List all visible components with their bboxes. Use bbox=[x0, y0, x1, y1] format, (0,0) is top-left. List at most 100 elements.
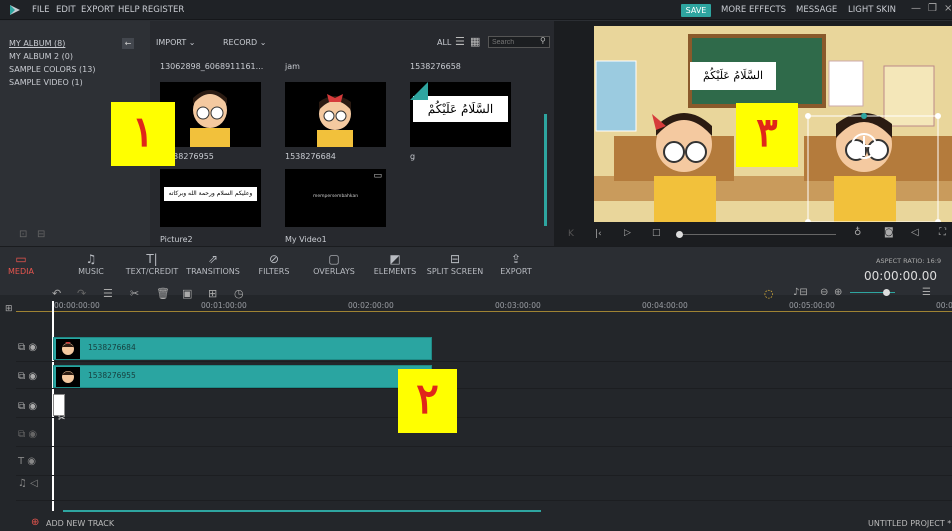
tab-text-credit[interactable]: T| TEXT/CREDIT bbox=[124, 251, 180, 276]
timeline-scrollbar[interactable] bbox=[63, 510, 541, 512]
freeze-frame-icon[interactable]: ⊞ bbox=[208, 287, 217, 300]
annotation-label-two: ٢ bbox=[398, 369, 457, 433]
skip-back-icon[interactable]: K bbox=[568, 229, 574, 239]
minimize-icon[interactable]: — bbox=[911, 3, 921, 14]
ruler-tick: 00:00:00:00 bbox=[54, 301, 100, 310]
album-item[interactable]: SAMPLE VIDEO (1) bbox=[9, 78, 83, 87]
tab-music[interactable]: ♫ MUSIC bbox=[74, 251, 108, 276]
save-button[interactable]: SAVE bbox=[681, 4, 711, 17]
playback-slider[interactable] bbox=[679, 234, 836, 235]
cartoon-boy-image bbox=[160, 82, 261, 147]
menu-register[interactable]: REGISTER bbox=[142, 5, 184, 15]
album-item[interactable]: MY ALBUM (8) bbox=[9, 39, 65, 48]
light-skin-link[interactable]: LIGHT SKIN bbox=[848, 5, 896, 15]
ruler-tick: 00:04:00:00 bbox=[642, 301, 688, 310]
annotation-label-one: ١ bbox=[111, 102, 175, 166]
ruler-tick: 00:05:00:00 bbox=[789, 301, 835, 310]
remove-folder-icon[interactable]: ⊟ bbox=[37, 229, 45, 240]
media-library: IMPORT ⌄ RECORD ⌄ ALL ☰ ▦ ⚲ 13062898_606… bbox=[111, 21, 554, 246]
record-dropdown[interactable]: RECORD ⌄ bbox=[223, 38, 266, 47]
export-icon: ⇪ bbox=[510, 252, 522, 266]
zoom-out-icon[interactable]: ⊖ bbox=[820, 287, 828, 298]
audio-mixer-icon[interactable]: ♪⊟ bbox=[793, 287, 808, 298]
media-thumbnail[interactable]: mempersembahkan ▭ bbox=[285, 169, 386, 227]
timeline-clip[interactable]: 1538276684 bbox=[53, 337, 432, 360]
crop-icon[interactable]: ▣ bbox=[182, 287, 192, 300]
video-track-icon[interactable]: ⧉ ◉ bbox=[18, 342, 37, 353]
menu-export[interactable]: EXPORT bbox=[81, 5, 115, 15]
search-icon[interactable]: ⚲ bbox=[540, 36, 546, 45]
tab-filters[interactable]: ⊘ FILTERS bbox=[256, 251, 292, 276]
fullscreen-icon[interactable]: ⛶ bbox=[939, 227, 946, 238]
video-track-4 bbox=[16, 421, 952, 447]
grid-view-icon[interactable]: ▦ bbox=[470, 35, 480, 48]
folder-icon: ▭ bbox=[15, 252, 27, 266]
playback-handle[interactable] bbox=[676, 231, 683, 238]
timeline-clip[interactable]: 1538276955 bbox=[53, 365, 432, 388]
ruler-tick: 00:02:00:00 bbox=[348, 301, 394, 310]
tab-elements[interactable]: ◩ ELEMENTS bbox=[370, 251, 420, 276]
play-icon[interactable]: ▷ bbox=[624, 228, 631, 238]
close-icon[interactable]: × bbox=[944, 3, 952, 14]
adjust-icon[interactable]: ☰ bbox=[103, 287, 113, 300]
render-icon[interactable]: ◌ bbox=[764, 287, 774, 300]
list-view-icon[interactable]: ☰ bbox=[455, 35, 465, 48]
text-track bbox=[16, 450, 952, 476]
undo-icon[interactable]: ↶ bbox=[52, 287, 61, 300]
snap-icon[interactable]: ⊞ bbox=[5, 304, 13, 314]
album-item[interactable]: MY ALBUM 2 (0) bbox=[9, 52, 73, 61]
text-track-icon[interactable]: T ◉ bbox=[18, 456, 36, 467]
album-item[interactable]: SAMPLE COLORS (13) bbox=[9, 65, 95, 74]
clip-thumbnail bbox=[56, 339, 80, 359]
media-top-label: 13062898_6068911161... bbox=[160, 62, 264, 71]
duration-icon[interactable]: ◷ bbox=[234, 287, 244, 300]
tab-export[interactable]: ⇪ EXPORT bbox=[496, 251, 536, 276]
text-icon: T| bbox=[146, 252, 158, 266]
volume-icon[interactable]: ◁ bbox=[911, 227, 919, 238]
add-new-track-button[interactable]: ADD NEW TRACK bbox=[46, 519, 114, 528]
collapse-sidebar-icon[interactable]: ← bbox=[122, 38, 134, 49]
menu-help[interactable]: HELP bbox=[118, 5, 140, 15]
video-track-icon[interactable]: ⧉ ◉ bbox=[18, 401, 37, 412]
video-title-text: mempersembahkan bbox=[312, 194, 359, 199]
redo-icon[interactable]: ↷ bbox=[77, 287, 86, 300]
media-top-label: jam bbox=[285, 62, 300, 71]
stop-icon[interactable]: □ bbox=[652, 228, 661, 238]
microphone-icon[interactable]: ♁ bbox=[854, 227, 861, 238]
menu-icon[interactable]: ☰ bbox=[922, 287, 931, 298]
more-effects-link[interactable]: MORE EFFECTS bbox=[721, 5, 786, 15]
media-thumbnail[interactable]: وعليكم السلام ورحمة الله وبركاته bbox=[160, 169, 261, 227]
tab-overlays[interactable]: ▢ OVERLAYS bbox=[310, 251, 358, 276]
delete-icon[interactable]: 🗑 bbox=[156, 287, 170, 300]
tab-transitions[interactable]: ⇗ TRANSITIONS bbox=[184, 251, 242, 276]
media-bottom-label: My Video1 bbox=[285, 235, 327, 244]
menu-edit[interactable]: EDIT bbox=[56, 5, 76, 15]
media-thumbnail[interactable]: ✔ bbox=[160, 82, 261, 147]
filter-all[interactable]: ALL bbox=[437, 38, 451, 47]
preview-panel: السَّلَامُ عَلَيْكُمْ ٣ K |‹ ▷ □ ♁ ◙ ◁ ⛶ bbox=[554, 21, 952, 246]
small-text-clip[interactable] bbox=[53, 394, 65, 416]
snapshot-icon[interactable]: ◙ bbox=[884, 227, 894, 238]
video-track-icon[interactable]: ⧉ ◉ bbox=[18, 371, 37, 382]
add-track-icon[interactable]: ⊕ bbox=[31, 517, 39, 528]
zoom-in-icon[interactable]: ⊕ bbox=[834, 287, 842, 298]
cut-icon[interactable]: ✂ bbox=[130, 287, 139, 300]
media-top-label: 1538276658 bbox=[410, 62, 461, 71]
add-folder-icon[interactable]: ⊡ bbox=[19, 229, 27, 240]
step-back-icon[interactable]: |‹ bbox=[595, 229, 602, 239]
video-track-icon[interactable]: ⧉ ◉ bbox=[18, 429, 37, 440]
menu-file[interactable]: FILE bbox=[32, 5, 50, 15]
zoom-handle[interactable] bbox=[883, 289, 890, 296]
aspect-ratio-label: ASPECT RATIO: 16:9 bbox=[876, 257, 942, 265]
audio-track-icon[interactable]: ♫ ◁ bbox=[18, 478, 38, 489]
media-scrollbar[interactable] bbox=[544, 114, 547, 226]
media-thumbnail[interactable]: السَّلَامُ عَلَيْكُمْ ✔ bbox=[410, 82, 511, 147]
preview-canvas: السَّلَامُ عَلَيْكُمْ ٣ bbox=[594, 26, 952, 222]
message-link[interactable]: MESSAGE bbox=[796, 5, 837, 15]
import-dropdown[interactable]: IMPORT ⌄ bbox=[156, 38, 196, 47]
clip-thumbnail bbox=[56, 367, 80, 387]
media-thumbnail[interactable]: ✔ bbox=[285, 82, 386, 147]
tab-media[interactable]: ▭ MEDIA bbox=[6, 251, 36, 276]
tab-split-screen[interactable]: ⊟ SPLIT SCREEN bbox=[426, 251, 484, 276]
restore-icon[interactable]: ❐ bbox=[928, 3, 937, 14]
